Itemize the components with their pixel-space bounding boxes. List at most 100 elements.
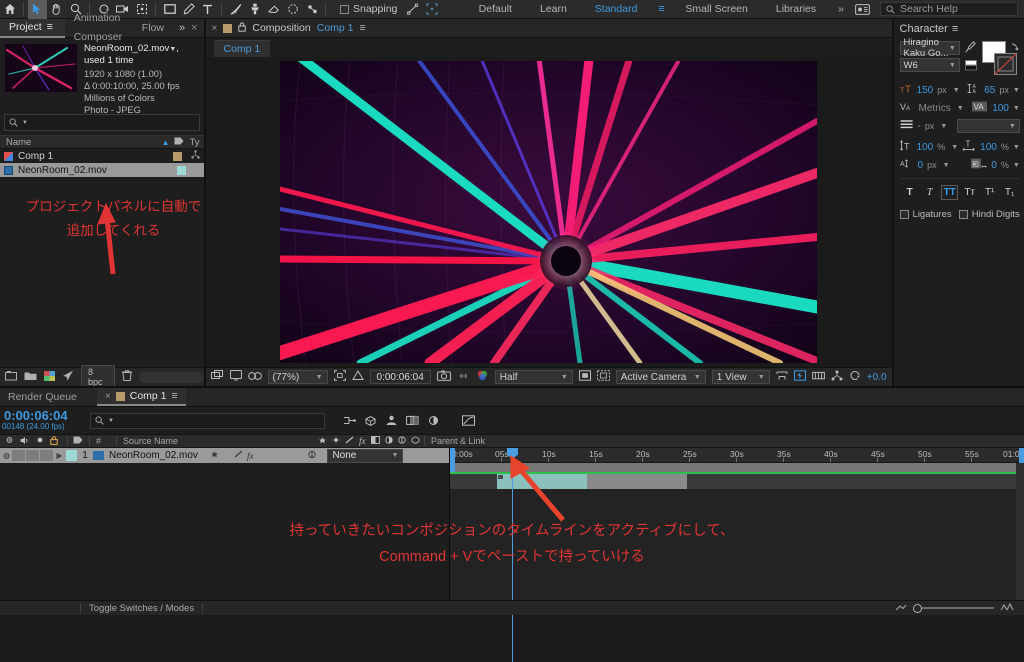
eraser-tool-icon[interactable] [264, 0, 283, 19]
snapping-control[interactable]: Snapping [340, 3, 397, 15]
lock-icon[interactable] [238, 21, 247, 35]
hindi-digits-checkbox[interactable] [958, 209, 968, 219]
transparency-grid-icon[interactable] [351, 370, 364, 384]
audio-switch-icon[interactable] [20, 436, 30, 447]
snap-bounding-box-icon[interactable] [422, 0, 441, 19]
selection-tool-icon[interactable] [28, 0, 47, 19]
font-size-value[interactable]: 150 [917, 85, 934, 96]
search-help-input[interactable]: Search Help [880, 2, 1018, 16]
search-filter-icon[interactable]: ▼ [108, 418, 114, 424]
timeline-current-time[interactable]: 0:00:06:04 [0, 409, 80, 422]
magnification-select[interactable]: (77%) ▼ [267, 370, 328, 384]
quality-icon[interactable] [345, 436, 354, 446]
tracking-value[interactable]: 100 [992, 103, 1009, 114]
timeline-zoom-slider[interactable] [913, 603, 994, 613]
pen-tool-icon[interactable] [179, 0, 198, 19]
composition-viewer[interactable] [205, 57, 892, 367]
adjustment-layer-icon[interactable] [397, 436, 406, 446]
search-filter-icon[interactable]: ▼ [22, 120, 28, 126]
workspace-standard[interactable]: Standard [581, 0, 652, 19]
font-size-dropdown-icon[interactable]: ▼ [953, 87, 960, 94]
panel-menu-icon[interactable]: ≡ [47, 18, 56, 37]
toggle-switches-modes-button[interactable]: Toggle Switches / Modes [80, 602, 204, 614]
baseline-shift-value[interactable]: 0 [918, 160, 924, 171]
anchor-point-tool-icon[interactable] [132, 0, 151, 19]
ligatures-control[interactable]: Ligatures [899, 209, 952, 220]
timeline-search-input[interactable]: ▼ [90, 412, 325, 429]
all-caps-button[interactable]: TT [941, 184, 959, 200]
roto-brush-tool-icon[interactable] [283, 0, 302, 19]
layer-parent-select[interactable]: None ▼ [327, 448, 404, 463]
stroke-width-dropdown-icon[interactable]: ▼ [940, 123, 947, 130]
puppet-tool-icon[interactable] [302, 0, 321, 19]
snapshot-icon[interactable] [436, 370, 451, 384]
new-folder-icon[interactable] [24, 371, 37, 384]
project-footer-slider[interactable] [139, 371, 204, 383]
lock-switch-icon[interactable] [50, 435, 58, 447]
hand-tool-icon[interactable] [47, 0, 66, 19]
tab-comp1-timeline[interactable]: × Comp 1 ≡ [96, 388, 186, 406]
kerning-value[interactable]: Metrics [919, 103, 951, 114]
reset-exposure-icon[interactable] [849, 370, 861, 384]
frame-blend-icon[interactable] [370, 436, 380, 446]
current-time-display[interactable]: 0:00:06:04 [369, 370, 431, 384]
layer-video-toggle[interactable] [0, 452, 12, 460]
character-panel-menu-icon[interactable]: ≡ [952, 23, 958, 35]
view-camera-select[interactable]: Active Camera ▼ [615, 370, 706, 384]
workspace-libraries[interactable]: Libraries [762, 0, 830, 19]
stroke-width-value[interactable]: - [918, 121, 921, 132]
new-composition-icon[interactable] [44, 370, 55, 384]
home-icon[interactable] [0, 0, 19, 19]
layer-trim-bar[interactable] [587, 474, 687, 489]
layer-shy-switch[interactable] [210, 450, 219, 461]
motion-blur-icon[interactable] [423, 412, 444, 430]
baseline-shift-dropdown-icon[interactable]: ▼ [943, 162, 950, 169]
tracking-dropdown-icon[interactable]: ▼ [1013, 105, 1020, 112]
vertical-scale-dropdown-icon[interactable]: ▼ [951, 144, 958, 151]
horizontal-scale-value[interactable]: 100 [980, 142, 997, 153]
layer-solo-toggle[interactable] [26, 450, 39, 461]
layer-audio-toggle[interactable] [12, 450, 25, 461]
hide-shy-layers-icon[interactable] [381, 412, 402, 430]
composition-mini-flowchart-icon[interactable] [339, 412, 360, 430]
faux-italic-button[interactable]: T [921, 185, 938, 200]
tsume-value[interactable]: 0 [991, 160, 997, 171]
always-preview-icon[interactable] [210, 370, 224, 384]
comp-flowchart-icon[interactable] [831, 370, 843, 384]
toggle-guides-icon[interactable] [596, 370, 610, 384]
toggle-mask-icon[interactable] [578, 370, 591, 384]
account-icon[interactable] [852, 2, 872, 16]
stereo-3d-icon[interactable] [247, 371, 262, 384]
kerning-dropdown-icon[interactable]: ▼ [957, 105, 964, 112]
display-icon[interactable] [229, 370, 242, 384]
label-swatch[interactable] [176, 165, 186, 175]
type-tool-icon[interactable] [198, 0, 217, 19]
layer-source-name[interactable]: NeonRoom_02.mov [109, 450, 198, 461]
composition-canvas[interactable] [280, 61, 818, 363]
workspace-default[interactable]: Default [465, 0, 526, 19]
column-type[interactable]: Ty [189, 137, 203, 148]
ligatures-checkbox[interactable] [899, 209, 909, 219]
frame-blending-icon[interactable] [402, 412, 423, 430]
layer-effects-switch[interactable]: fx [247, 451, 254, 461]
collapse-transform-icon[interactable] [332, 436, 340, 446]
show-snapshot-icon[interactable] [457, 371, 470, 384]
fill-stroke-swatch-small[interactable] [964, 60, 977, 74]
tab-animation-composer[interactable]: Animation Composer [65, 12, 133, 43]
timeline-panel-menu-icon[interactable]: ≡ [172, 390, 178, 402]
snapping-checkbox[interactable] [340, 4, 349, 14]
column-source-name[interactable]: Source Name [123, 436, 318, 446]
layer-expand-arrow[interactable]: ▶ [53, 451, 66, 460]
zoom-out-icon[interactable] [895, 602, 907, 614]
leading-value[interactable]: 65 [984, 85, 995, 96]
delete-icon[interactable] [122, 370, 133, 384]
graph-editor-icon[interactable] [458, 412, 479, 430]
project-item-neonroom[interactable]: NeonRoom_02.mov [0, 163, 204, 177]
work-area-start-handle[interactable] [450, 448, 455, 472]
small-caps-button[interactable]: Tᴛ [961, 185, 978, 200]
table-row[interactable]: ▶ 1 NeonRoom_02.mov fx None ▼ [0, 448, 449, 463]
interpret-footage-icon[interactable] [5, 370, 17, 384]
draft-3d-icon[interactable] [360, 412, 381, 430]
horizontal-scale-dropdown-icon[interactable]: ▼ [1013, 144, 1020, 151]
eyedropper-icon[interactable] [965, 41, 977, 56]
